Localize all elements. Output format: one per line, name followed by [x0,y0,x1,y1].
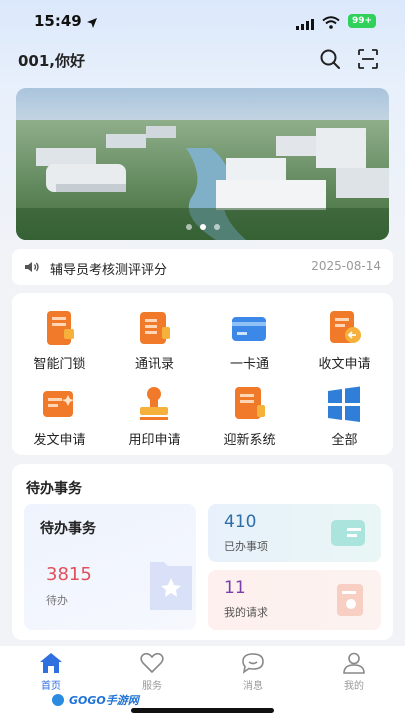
status-bar: 15:49 99+ [0,0,405,40]
app-label: 收文申请 [318,357,371,372]
app-all[interactable]: 全部 [297,375,392,448]
app-incoming-doc[interactable]: 收文申请 [297,299,392,372]
location-arrow-icon [86,14,98,33]
pending-count: 3815 [46,564,92,585]
app-contacts[interactable]: 通讯录 [107,299,202,372]
carousel-dot[interactable] [185,224,192,230]
tab-service[interactable]: 服务 [122,652,182,692]
app-seal[interactable]: 用印申请 [107,375,202,448]
banner-carousel[interactable] [16,88,389,240]
tab-label: 我的 [344,681,364,692]
campus-aerial-photo [16,88,389,240]
notice-text: 辅导员考核测评评分 [50,263,168,278]
incoming-doc-icon [330,311,361,343]
pending-label: 待办 [46,594,68,607]
app-smart-lock[interactable]: 智能门锁 [12,299,107,372]
app-label: 通讯录 [134,357,174,372]
tab-label: 首页 [41,681,61,692]
section-title: 待办事务 [26,481,82,497]
app-label: 智能门锁 [33,357,86,372]
app-label: 迎新系统 [223,433,276,448]
watermark-text: GOGO手游网 [69,694,139,707]
card-icon [232,317,266,341]
search-icon [320,49,340,69]
smart-lock-icon [47,311,74,345]
carousel-dot[interactable] [213,224,220,230]
done-folder-icon [331,520,365,546]
notice-bar[interactable]: 辅导员考核测评评分 2025-08-14 [12,249,393,285]
profile-icon [343,652,365,674]
done-card[interactable]: 410 已办事项 [208,504,381,562]
watermark: GOGO手游网 [50,692,139,708]
pending-card-title: 待办事务 [40,521,96,537]
requests-card[interactable]: 11 我的请求 [208,570,381,630]
tab-label: 消息 [243,681,263,692]
wifi-icon [322,14,340,33]
all-apps-icon [328,386,360,422]
tab-messages[interactable]: 消息 [223,652,283,692]
pending-card[interactable]: 待办事务 3815 待办 [24,504,196,630]
home-icon [40,653,62,673]
todo-section: 待办事务 待办事务 3815 待办 410 已办事项 11 我的请求 [12,464,393,640]
tab-label: 服务 [142,681,162,692]
request-doc-icon [337,584,363,616]
done-count: 410 [224,512,257,532]
speaker-icon [24,259,40,278]
scan-button[interactable] [357,48,379,70]
app-grid: 智能门锁 通讯录 一卡通 收文申请 发文申请 用印申请 迎新系统 全部 [12,293,393,455]
heart-icon [140,652,164,674]
status-time: 15:49 [34,12,82,30]
scan-icon [358,49,378,69]
app-welcome-system[interactable]: 迎新系统 [202,375,297,448]
carousel-dots [16,224,389,230]
message-icon [242,653,264,674]
search-button[interactable] [319,48,341,70]
tab-home[interactable]: 首页 [21,652,81,692]
battery-indicator: 99+ [348,14,376,28]
folder-icon [150,562,192,610]
watermark-logo [50,692,66,708]
carousel-dot-active[interactable] [199,224,206,230]
done-label: 已办事项 [224,540,268,553]
signal-icon [296,15,314,34]
tab-profile[interactable]: 我的 [324,652,384,692]
welcome-system-icon [235,387,265,419]
app-outgoing-doc[interactable]: 发文申请 [12,375,107,448]
contacts-icon [140,312,170,344]
app-label: 全部 [331,433,358,448]
home-indicator [131,708,274,713]
seal-icon [140,387,168,420]
requests-count: 11 [224,578,246,598]
requests-label: 我的请求 [224,606,268,619]
app-label: 用印申请 [128,433,181,448]
app-label: 发文申请 [33,433,86,448]
outgoing-doc-icon [43,391,74,417]
app-label: 一卡通 [229,357,269,372]
app-card[interactable]: 一卡通 [202,299,297,372]
notice-date: 2025-08-14 [311,259,381,273]
greeting-text: 001,你好 [18,52,86,70]
